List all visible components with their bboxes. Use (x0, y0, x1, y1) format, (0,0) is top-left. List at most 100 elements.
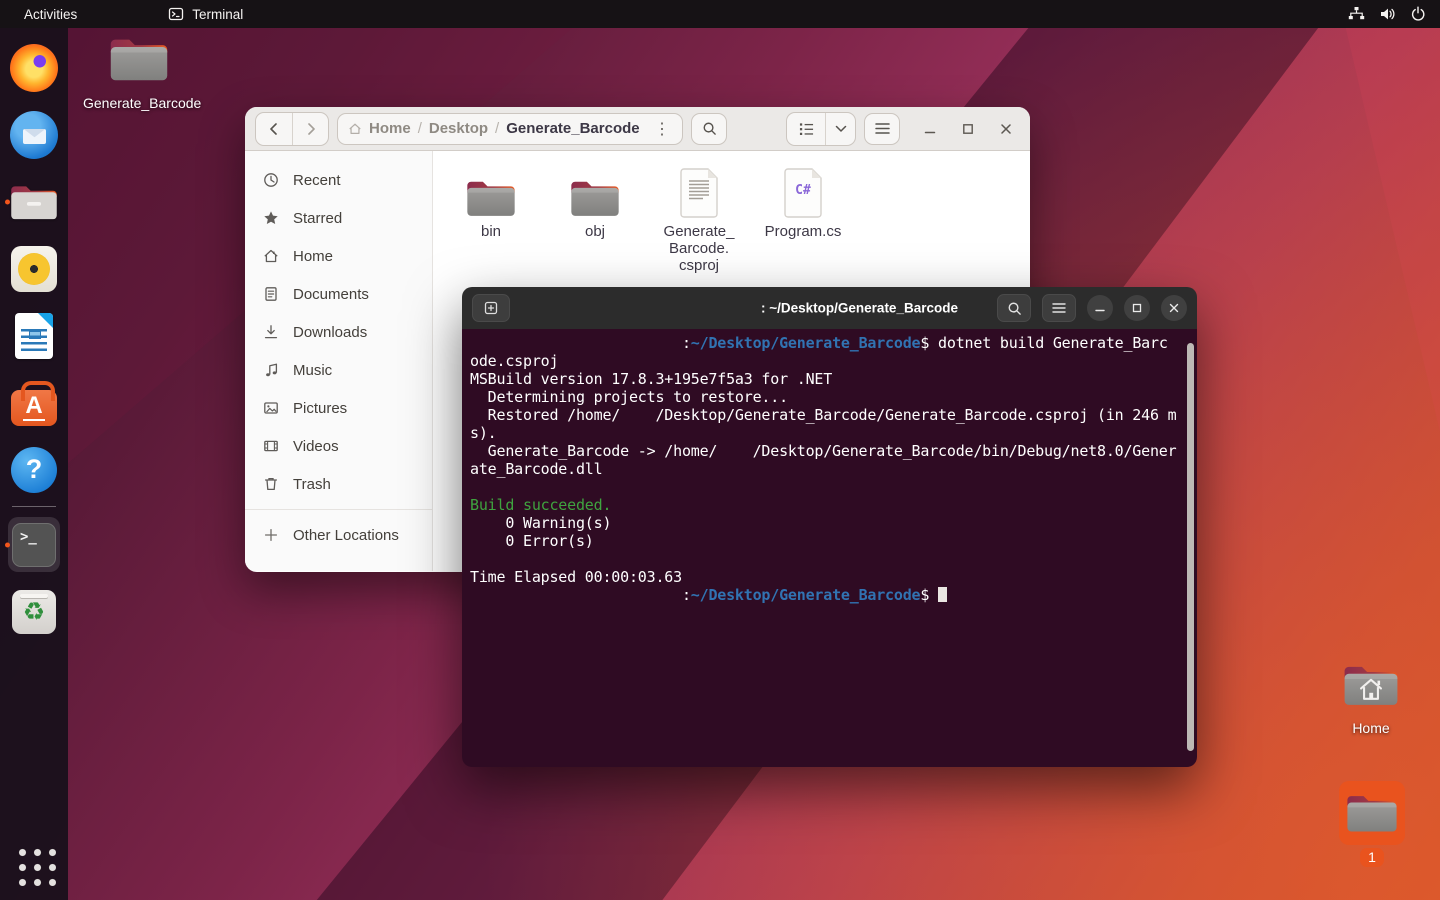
file-item-obj[interactable]: obj (543, 161, 647, 240)
sidebar-item-downloads[interactable]: Downloads (245, 313, 432, 351)
sidebar-label: Documents (293, 286, 369, 303)
dock-item-files[interactable] (0, 168, 68, 235)
sidebar-item-videos[interactable]: Videos (245, 427, 432, 465)
file-item-bin[interactable]: bin (439, 161, 543, 240)
desktop-icon-home[interactable]: Home (1315, 660, 1427, 736)
home-folder-icon (1342, 660, 1400, 710)
search-button[interactable] (691, 113, 727, 145)
volume-icon (1379, 6, 1396, 22)
sidebar-label: Other Locations (293, 527, 399, 544)
sidebar-item-starred[interactable]: Starred (245, 199, 432, 237)
system-tray[interactable] (1348, 6, 1440, 22)
terminal-output[interactable]: :~/Desktop/Generate_Barcode$ dotnet buil… (462, 329, 1197, 767)
download-icon (263, 324, 279, 340)
sidebar-item-music[interactable]: Music (245, 351, 432, 389)
sidebar-label: Pictures (293, 400, 347, 417)
dock-item-firefox[interactable] (0, 34, 68, 101)
home-icon (263, 248, 279, 264)
svg-text:C#: C# (795, 183, 811, 198)
breadcrumb-home[interactable]: Home (369, 120, 411, 137)
terminal-search-button[interactable] (997, 294, 1031, 322)
file-name: Program.cs (751, 223, 855, 240)
desktop-icon-generate-barcode[interactable]: Generate_Barcode (83, 33, 195, 111)
terminal-headerbar: : ~/Desktop/Generate_Barcode (462, 287, 1197, 329)
desktop-icon-folder-1[interactable]: 1 (1338, 781, 1406, 867)
sidebar-label: Starred (293, 210, 342, 227)
activities-button[interactable]: Activities (0, 0, 101, 28)
file-item-csproj[interactable]: Generate_ Barcode. csproj (647, 161, 751, 274)
trash-icon (263, 476, 279, 492)
sidebar-item-recent[interactable]: Recent (245, 161, 432, 199)
new-tab-icon (483, 300, 499, 316)
sidebar-label: Home (293, 248, 333, 265)
focused-app-label: Terminal (192, 7, 243, 22)
close-button[interactable] (1000, 123, 1012, 135)
maximize-icon (1132, 303, 1142, 313)
rhythmbox-icon (11, 246, 57, 292)
terminal-minimize-button[interactable] (1087, 295, 1113, 321)
help-icon: ? (11, 447, 57, 493)
star-icon (263, 210, 279, 226)
desktop-icon-label: Home (1315, 720, 1427, 736)
sidebar-item-trash[interactable]: Trash (245, 465, 432, 503)
terminal-app-icon (168, 6, 184, 22)
file-name: bin (439, 223, 543, 240)
dock-item-terminal[interactable]: >_ (0, 511, 68, 578)
running-indicator (5, 542, 10, 547)
picture-icon (263, 400, 279, 416)
files-sidebar: Recent Starred Home Documents Downloads … (245, 151, 433, 571)
breadcrumb-separator: / (495, 120, 499, 137)
clock-icon (263, 172, 279, 188)
document-icon (678, 167, 720, 219)
back-button[interactable] (256, 113, 292, 145)
sidebar-item-home[interactable]: Home (245, 237, 432, 275)
dock: A ? >_ ♻ (0, 28, 68, 900)
csharp-file-icon: C# (782, 167, 824, 219)
show-apps-button[interactable] (0, 831, 68, 898)
terminal-close-button[interactable] (1161, 295, 1187, 321)
list-view-icon (799, 122, 814, 136)
dock-item-libreoffice-writer[interactable] (0, 302, 68, 369)
view-toggle-group (786, 112, 856, 146)
sidebar-label: Recent (293, 172, 341, 189)
folder-icon (108, 33, 170, 85)
terminal-scrollbar[interactable] (1187, 343, 1194, 751)
main-menu-button[interactable] (864, 113, 900, 145)
path-menu-kebab-icon[interactable]: ⋮ (652, 119, 672, 139)
dock-item-help[interactable]: ? (0, 436, 68, 503)
selection-highlight (1339, 781, 1405, 845)
chevron-down-icon (835, 125, 847, 133)
window-controls (924, 123, 1012, 135)
dock-item-rhythmbox[interactable] (0, 235, 68, 302)
sidebar-item-documents[interactable]: Documents (245, 275, 432, 313)
dock-item-thunderbird[interactable] (0, 101, 68, 168)
breadcrumb[interactable]: Home / Desktop / Generate_Barcode ⋮ (337, 113, 683, 145)
maximize-button[interactable] (962, 123, 974, 135)
folder-icon (1345, 791, 1399, 835)
chevron-left-icon (267, 122, 281, 136)
new-tab-button[interactable] (472, 294, 510, 322)
breadcrumb-desktop[interactable]: Desktop (429, 120, 488, 137)
sidebar-item-other-locations[interactable]: Other Locations (245, 516, 432, 554)
sidebar-item-pictures[interactable]: Pictures (245, 389, 432, 427)
terminal-maximize-button[interactable] (1124, 295, 1150, 321)
dock-item-trash[interactable]: ♻ (0, 578, 68, 645)
desktop-icon-label: Generate_Barcode (83, 95, 195, 111)
focused-app-tile (8, 517, 60, 572)
focused-app-menu[interactable]: Terminal (168, 6, 243, 22)
trash-icon: ♻ (12, 590, 56, 634)
terminal-menu-button[interactable] (1042, 294, 1076, 322)
dock-item-ubuntu-software[interactable]: A (0, 369, 68, 436)
view-options-dropdown[interactable] (825, 113, 855, 145)
list-view-button[interactable] (787, 113, 825, 145)
file-item-program-cs[interactable]: C# Program.cs (751, 161, 855, 240)
forward-button[interactable] (292, 113, 328, 145)
top-bar: Activities Terminal (0, 0, 1440, 28)
terminal-window: : ~/Desktop/Generate_Barcode :~/Deskto (462, 287, 1197, 767)
chevron-right-icon (304, 122, 318, 136)
minimize-button[interactable] (924, 123, 936, 135)
nav-buttons (255, 112, 329, 146)
sidebar-separator (245, 509, 432, 510)
minimize-icon (924, 123, 936, 135)
breadcrumb-current[interactable]: Generate_Barcode (506, 120, 639, 137)
